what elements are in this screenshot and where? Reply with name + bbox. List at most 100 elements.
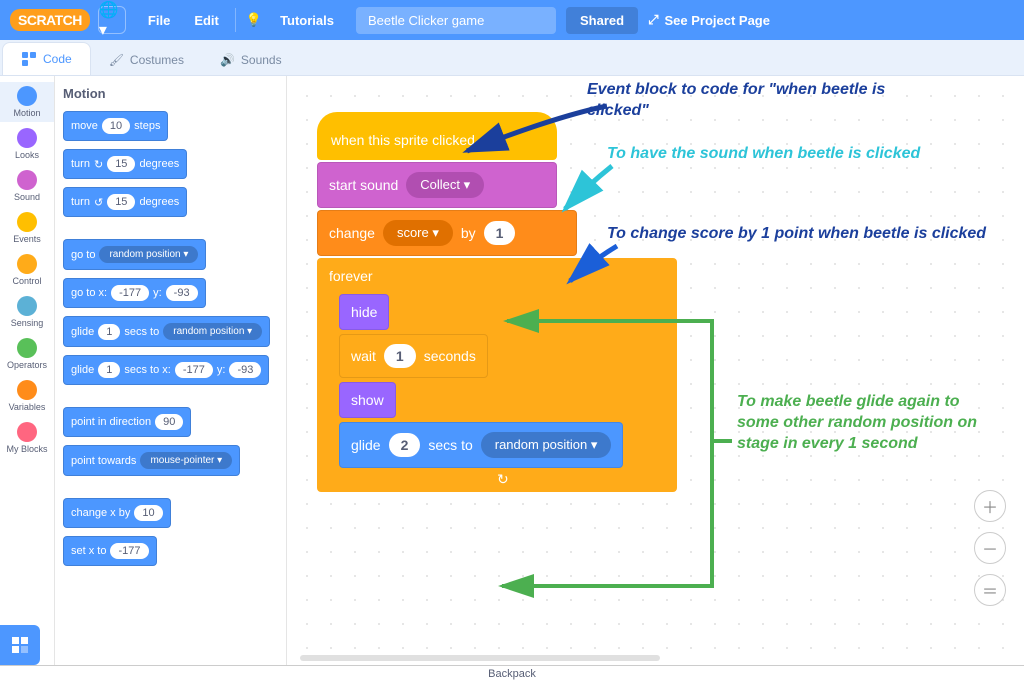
lbl: seconds bbox=[424, 348, 476, 364]
val[interactable]: -177 bbox=[111, 285, 149, 301]
block-start-sound[interactable]: start sound Collect ▾ bbox=[317, 162, 557, 208]
menu-edit[interactable]: Edit bbox=[182, 13, 231, 28]
block-glide[interactable]: glide 2 secs to random position ▾ bbox=[339, 422, 623, 468]
cat-operators[interactable]: Operators bbox=[0, 334, 54, 374]
block-hide[interactable]: hide bbox=[339, 294, 389, 330]
zoom-in-button[interactable]: ＋ bbox=[974, 490, 1006, 522]
cat-dot bbox=[17, 338, 37, 358]
cat-label: Events bbox=[13, 234, 41, 244]
block-forever[interactable]: forever hide wait 1 seconds show glide 2… bbox=[317, 258, 677, 492]
lbl: turn bbox=[71, 196, 90, 208]
lbl: degrees bbox=[139, 196, 179, 208]
val[interactable]: 1 bbox=[384, 344, 416, 368]
shared-button[interactable]: Shared bbox=[566, 7, 638, 34]
block-turn-cw[interactable]: turn ↻ 15 degrees bbox=[63, 149, 187, 179]
loop-icon: ↻ bbox=[497, 471, 509, 488]
category-column: Motion Looks Sound Events Control Sensin… bbox=[0, 76, 55, 666]
val[interactable]: 1 bbox=[484, 221, 516, 245]
block-show[interactable]: show bbox=[339, 382, 396, 418]
project-title-input[interactable]: Beetle Clicker game bbox=[356, 7, 556, 34]
val[interactable]: 10 bbox=[134, 505, 162, 521]
lbl: wait bbox=[351, 348, 376, 364]
cat-myblocks[interactable]: My Blocks bbox=[0, 418, 54, 458]
tab-sounds[interactable]: 🔊 Sounds bbox=[202, 45, 300, 75]
rotate-ccw-icon: ↺ bbox=[94, 196, 103, 209]
lbl: point in direction bbox=[71, 416, 151, 428]
dropdown[interactable]: mouse-pointer ▾ bbox=[140, 452, 232, 469]
lbl: glide bbox=[351, 437, 381, 453]
cat-events[interactable]: Events bbox=[0, 208, 54, 248]
see-project-page-button[interactable]: ⤢ See Project Page bbox=[648, 12, 770, 28]
dropdown[interactable]: random position ▾ bbox=[163, 323, 262, 340]
cat-dot bbox=[17, 422, 37, 442]
dropdown[interactable]: score ▾ bbox=[383, 220, 453, 246]
code-icon bbox=[21, 51, 37, 67]
cat-motion[interactable]: Motion bbox=[0, 82, 54, 122]
lbl: y: bbox=[217, 364, 226, 376]
speaker-icon: 🔊 bbox=[220, 53, 235, 67]
backpack-bar[interactable]: Backpack bbox=[0, 665, 1024, 681]
cat-dot bbox=[17, 212, 37, 232]
val[interactable]: 2 bbox=[389, 433, 421, 457]
block-point-dir[interactable]: point in direction 90 bbox=[63, 407, 191, 437]
block-wait[interactable]: wait 1 seconds bbox=[339, 334, 488, 378]
tab-costumes-label: Costumes bbox=[130, 53, 184, 67]
zoom-out-button[interactable]: － bbox=[974, 532, 1006, 564]
block-change-x[interactable]: change x by 10 bbox=[63, 498, 171, 528]
main-area: Motion Looks Sound Events Control Sensin… bbox=[0, 76, 1024, 666]
val[interactable]: -93 bbox=[229, 362, 261, 378]
block-glide-to[interactable]: glide 1 secs to random position ▾ bbox=[63, 316, 270, 347]
lbl: go to x: bbox=[71, 287, 107, 299]
block-change-var[interactable]: change score ▾ by 1 bbox=[317, 210, 577, 256]
val[interactable]: -177 bbox=[110, 543, 148, 559]
cat-variables[interactable]: Variables bbox=[0, 376, 54, 416]
dropdown[interactable]: Collect ▾ bbox=[406, 172, 484, 198]
block-goto-xy[interactable]: go to x: -177 y: -93 bbox=[63, 278, 206, 308]
val[interactable]: 1 bbox=[98, 362, 120, 378]
cat-dot bbox=[17, 128, 37, 148]
val[interactable]: -177 bbox=[175, 362, 213, 378]
block-set-x[interactable]: set x to -177 bbox=[63, 536, 157, 566]
val[interactable]: -93 bbox=[166, 285, 198, 301]
cat-control[interactable]: Control bbox=[0, 250, 54, 290]
cat-dot bbox=[17, 296, 37, 316]
dropdown[interactable]: random position ▾ bbox=[99, 246, 198, 263]
tab-costumes[interactable]: 🖌 Costumes bbox=[91, 45, 202, 75]
annotation-event: Event block to code for "when beetle is … bbox=[587, 80, 927, 122]
cat-sound[interactable]: Sound bbox=[0, 166, 54, 206]
lbl: secs to bbox=[428, 437, 472, 453]
lbl: turn bbox=[71, 158, 90, 170]
dropdown[interactable]: random position ▾ bbox=[481, 432, 612, 458]
menu-tutorials[interactable]: Tutorials bbox=[268, 13, 346, 28]
scratch-logo: SCRATCH bbox=[10, 9, 90, 31]
script-canvas[interactable]: when this sprite clicked start sound Col… bbox=[287, 76, 1024, 666]
palette-header: Motion bbox=[63, 86, 278, 101]
val[interactable]: 15 bbox=[107, 156, 135, 172]
block-move-steps[interactable]: move 10 steps bbox=[63, 111, 168, 141]
globe-icon[interactable]: 🌐▾ bbox=[98, 6, 126, 34]
menu-file[interactable]: File bbox=[136, 13, 182, 28]
lbl: change x by bbox=[71, 507, 130, 519]
val[interactable]: 90 bbox=[155, 414, 183, 430]
val[interactable]: 15 bbox=[107, 194, 135, 210]
zoom-reset-button[interactable]: ＝ bbox=[974, 574, 1006, 606]
cat-label: Sound bbox=[14, 192, 40, 202]
block-when-sprite-clicked[interactable]: when this sprite clicked bbox=[317, 112, 557, 160]
lbl: secs to bbox=[124, 326, 159, 338]
block-point-towards[interactable]: point towards mouse-pointer ▾ bbox=[63, 445, 240, 476]
block-glide-xy[interactable]: glide 1 secs to x: -177 y: -93 bbox=[63, 355, 269, 385]
cat-sensing[interactable]: Sensing bbox=[0, 292, 54, 332]
cat-label: Variables bbox=[9, 402, 46, 412]
lbl: change bbox=[329, 225, 375, 241]
horizontal-scrollbar[interactable] bbox=[300, 655, 660, 661]
rotate-cw-icon: ↻ bbox=[94, 158, 103, 171]
script-stack[interactable]: when this sprite clicked start sound Col… bbox=[317, 112, 677, 492]
block-goto[interactable]: go to random position ▾ bbox=[63, 239, 206, 270]
add-extension-button[interactable] bbox=[0, 625, 40, 665]
val[interactable]: 10 bbox=[102, 118, 130, 134]
forever-body: hide wait 1 seconds show glide 2 secs to… bbox=[327, 292, 667, 468]
cat-looks[interactable]: Looks bbox=[0, 124, 54, 164]
val[interactable]: 1 bbox=[98, 324, 120, 340]
tab-code[interactable]: Code bbox=[2, 42, 91, 75]
block-turn-ccw[interactable]: turn ↺ 15 degrees bbox=[63, 187, 187, 217]
